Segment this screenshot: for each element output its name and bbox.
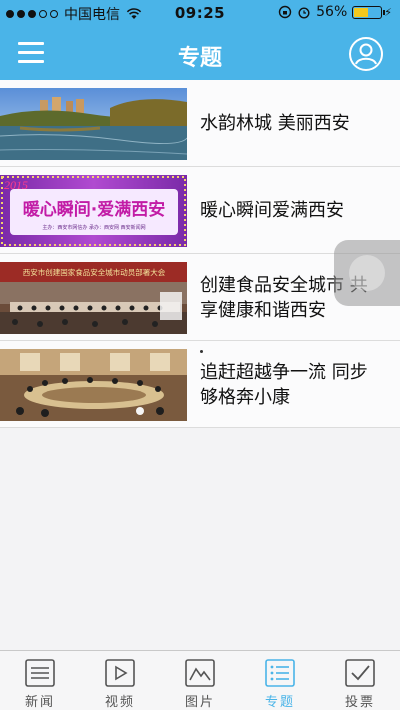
lake-city-photo [0, 88, 187, 160]
tab-news[interactable]: 新闻 [0, 651, 80, 710]
video-icon [105, 659, 135, 687]
topic-item[interactable]: 水韵林城 美丽西安 [0, 80, 400, 167]
banner-text: 暖心瞬间·爱满西安 [23, 199, 165, 220]
alarm-icon [298, 7, 310, 19]
tab-bar: 新闻 视频 图片 专题 投票 [0, 650, 400, 710]
tab-label: 新闻 [24, 695, 55, 710]
tab-vote[interactable]: 投票 [320, 651, 400, 710]
stray-dot [200, 350, 203, 353]
banner-image: 2015 暖心瞬间·爱满西安 主办：西安市网信办 承办：西安网 西安新闻网 [0, 175, 187, 247]
tab-label: 图片 [184, 695, 215, 710]
lock-rotation-icon [278, 5, 292, 19]
assistive-touch-button[interactable] [334, 240, 400, 306]
topic-icon [265, 659, 295, 687]
topic-title: 追赶超越争一流 同步够格奔小康 [200, 361, 368, 408]
topic-item[interactable]: 追赶超越争一流 同步够格奔小康 [0, 341, 400, 428]
meeting-banner-text: 西安市创建国家食品安全城市动员部署大会 [23, 267, 166, 277]
tab-video[interactable]: 视频 [80, 651, 160, 710]
news-icon [25, 659, 55, 687]
banner-year: 2015 [4, 178, 28, 192]
vote-icon [345, 659, 375, 687]
tab-label: 视频 [104, 695, 135, 710]
nav-bar: 专题 [0, 28, 400, 80]
meeting-photo: 西安市创建国家食品安全城市动员部署大会 [0, 262, 187, 334]
user-icon[interactable] [348, 36, 384, 72]
charging-icon: ⚡ [384, 5, 392, 19]
topic-title: 水韵林城 美丽西安 [200, 113, 350, 134]
status-bar: 中国电信 09:25 56% ⚡ [0, 0, 400, 28]
battery-percent: 56% [316, 4, 348, 20]
picture-icon [185, 659, 215, 687]
battery-icon [352, 5, 386, 19]
status-right: 56% ⚡ [278, 4, 392, 20]
tab-label: 投票 [344, 695, 375, 710]
tab-picture[interactable]: 图片 [160, 651, 240, 710]
conference-photo [0, 349, 187, 421]
page-title: 专题 [177, 46, 222, 71]
tab-topic[interactable]: 专题 [240, 651, 320, 710]
tab-label: 专题 [264, 695, 295, 710]
banner-sub: 主办：西安市网信办 承办：西安网 西安新闻网 [42, 224, 145, 231]
